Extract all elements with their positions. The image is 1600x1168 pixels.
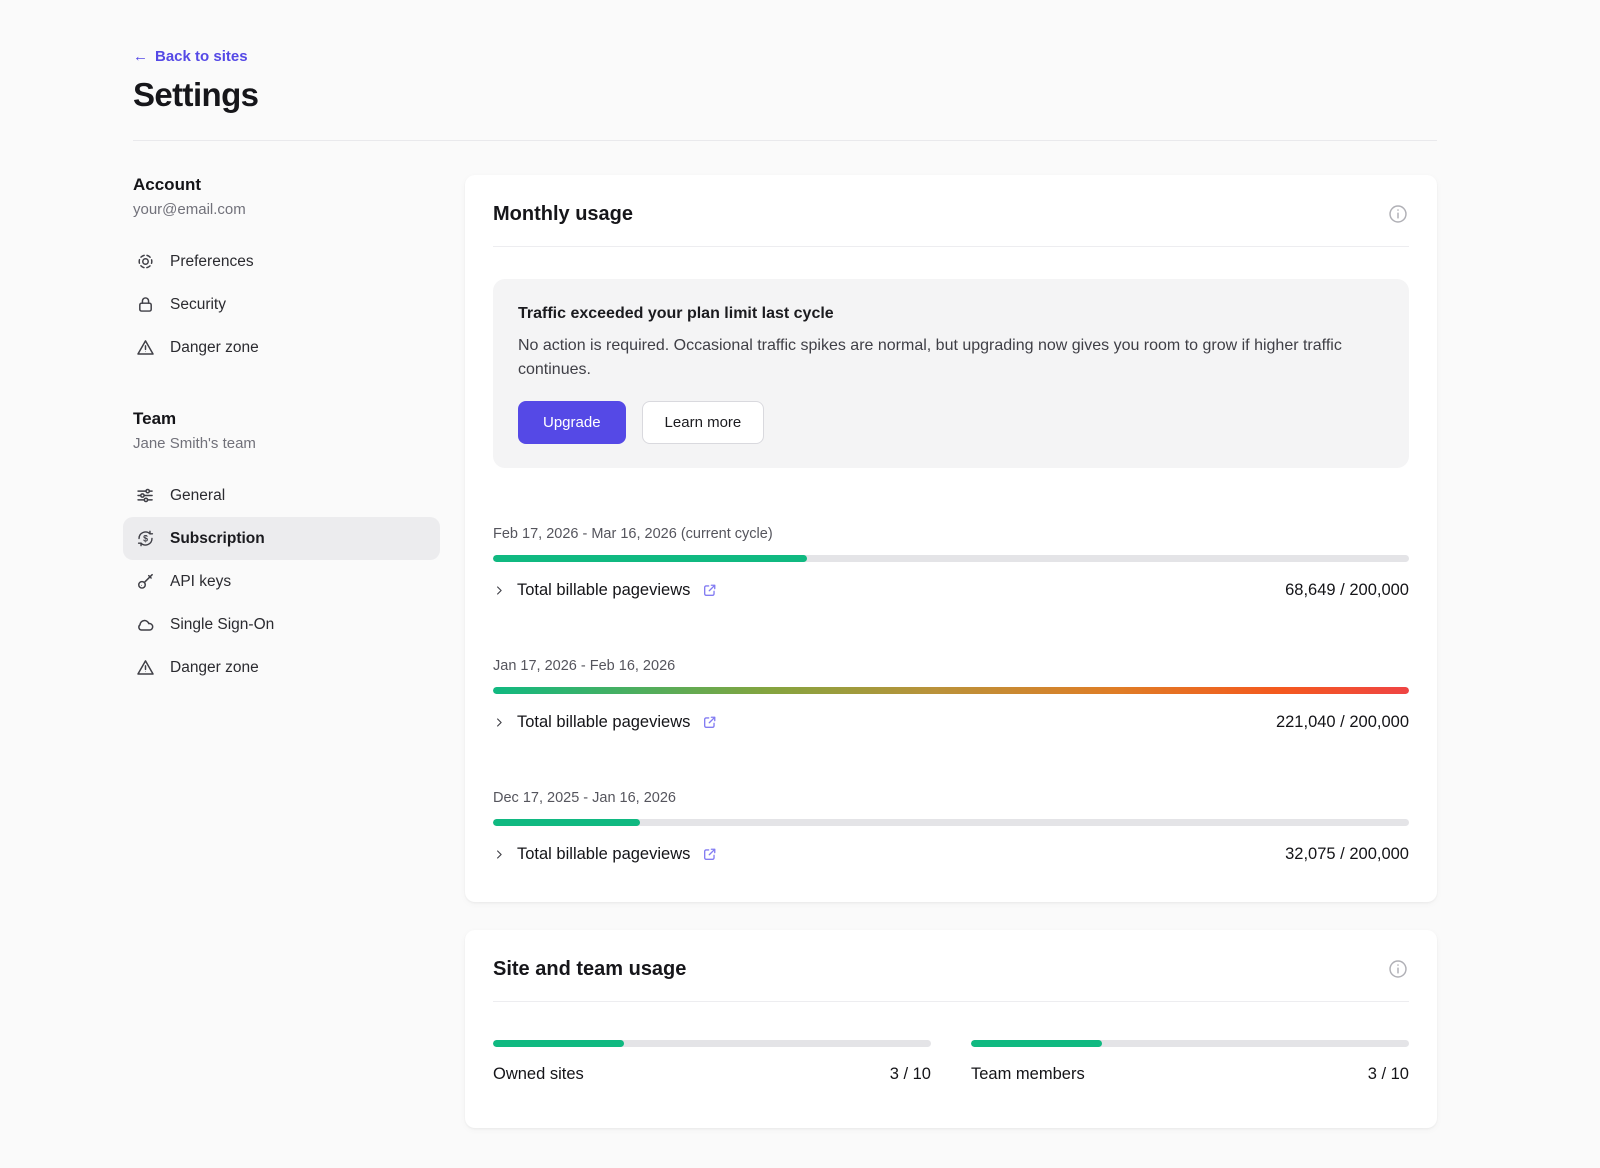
- usage-cycle-previous: Jan 17, 2026 - Feb 16, 2026 Total billab…: [493, 658, 1409, 732]
- header-divider: [133, 140, 1437, 141]
- lock-icon: [135, 294, 156, 315]
- cycle-period: Feb 17, 2026 - Mar 16, 2026 (current cyc…: [493, 526, 1409, 542]
- external-link-icon[interactable]: [701, 714, 718, 731]
- team-nav: General Subscription API keys Single Sig…: [123, 474, 440, 689]
- account-nav: Preferences Security Danger zone: [123, 240, 440, 369]
- card-divider: [493, 1001, 1409, 1002]
- banner-title: Traffic exceeded your plan limit last cy…: [518, 305, 1384, 323]
- sidebar-item-label: Danger zone: [170, 339, 259, 357]
- team-members-meter: Team members 3 / 10: [971, 1040, 1409, 1084]
- chevron-right-icon: [493, 584, 506, 597]
- card-divider: [493, 246, 1409, 247]
- site-team-usage-card: Site and team usage Owned sites 3 / 10: [465, 930, 1437, 1128]
- usage-progress-track: [493, 687, 1409, 694]
- external-link-icon[interactable]: [701, 846, 718, 863]
- cycle-expand-row[interactable]: Total billable pageviews: [493, 581, 718, 600]
- dollar-refresh-icon: [135, 528, 156, 549]
- cycle-expand-row[interactable]: Total billable pageviews: [493, 713, 718, 732]
- page-title: Settings: [133, 76, 1437, 114]
- monthly-usage-title: Monthly usage: [493, 203, 633, 226]
- account-email: your@email.com: [133, 201, 440, 218]
- learn-more-button[interactable]: Learn more: [642, 401, 765, 444]
- meter-label: Team members: [971, 1065, 1085, 1084]
- cycle-value: 32,075 / 200,000: [1285, 845, 1409, 864]
- cycle-value: 221,040 / 200,000: [1276, 713, 1409, 732]
- back-link-label: Back to sites: [155, 48, 248, 65]
- meter-fill: [971, 1040, 1102, 1047]
- team-heading: Team: [133, 409, 440, 429]
- sidebar-item-label: Security: [170, 296, 226, 314]
- account-section: Account your@email.com Preferences Secur…: [133, 175, 440, 369]
- external-link-icon[interactable]: [701, 582, 718, 599]
- cycle-value: 68,649 / 200,000: [1285, 581, 1409, 600]
- sidebar-item-label: Subscription: [170, 530, 265, 548]
- back-arrow-icon: ←: [133, 48, 148, 65]
- meter-value: 3 / 10: [890, 1065, 931, 1084]
- sidebar-item-api-keys[interactable]: API keys: [123, 560, 440, 603]
- meter-track: [971, 1040, 1409, 1047]
- cycle-period: Dec 17, 2025 - Jan 16, 2026: [493, 790, 1409, 806]
- upgrade-button[interactable]: Upgrade: [518, 401, 626, 444]
- usage-progress-fill: [493, 555, 807, 562]
- sidebar-item-team-danger-zone[interactable]: Danger zone: [123, 646, 440, 689]
- sidebar-item-subscription[interactable]: Subscription: [123, 517, 440, 560]
- settings-page: ← Back to sites Settings Account your@em…: [0, 0, 1600, 1168]
- usage-progress-track: [493, 555, 1409, 562]
- sidebar-item-single-sign-on[interactable]: Single Sign-On: [123, 603, 440, 646]
- sidebar-item-security[interactable]: Security: [123, 283, 440, 326]
- info-icon[interactable]: [1387, 203, 1409, 225]
- gear-icon: [135, 251, 156, 272]
- banner-body: No action is required. Occasional traffi…: [518, 334, 1384, 382]
- settings-main: Monthly usage Traffic exceeded your plan…: [465, 175, 1437, 1128]
- settings-sidebar: Account your@email.com Preferences Secur…: [133, 175, 440, 1128]
- monthly-usage-card: Monthly usage Traffic exceeded your plan…: [465, 175, 1437, 902]
- account-heading: Account: [133, 175, 440, 195]
- sidebar-item-label: Single Sign-On: [170, 616, 274, 634]
- meter-value: 3 / 10: [1368, 1065, 1409, 1084]
- cloud-icon: [135, 614, 156, 635]
- cycle-metric-label: Total billable pageviews: [517, 581, 690, 600]
- meter-fill: [493, 1040, 624, 1047]
- usage-progress-track: [493, 819, 1409, 826]
- warning-triangle-icon: [135, 337, 156, 358]
- chevron-right-icon: [493, 716, 506, 729]
- sidebar-item-label: General: [170, 487, 225, 505]
- usage-progress-fill: [493, 819, 640, 826]
- chevron-right-icon: [493, 848, 506, 861]
- sidebar-item-label: Danger zone: [170, 659, 259, 677]
- usage-cycle-current: Feb 17, 2026 - Mar 16, 2026 (current cyc…: [493, 526, 1409, 600]
- sidebar-item-label: API keys: [170, 573, 231, 591]
- warning-triangle-icon: [135, 657, 156, 678]
- team-section: Team Jane Smith's team General Subscript…: [133, 409, 440, 689]
- cycle-expand-row[interactable]: Total billable pageviews: [493, 845, 718, 864]
- cycle-period: Jan 17, 2026 - Feb 16, 2026: [493, 658, 1409, 674]
- site-team-usage-title: Site and team usage: [493, 958, 686, 981]
- sliders-icon: [135, 485, 156, 506]
- sidebar-item-account-danger-zone[interactable]: Danger zone: [123, 326, 440, 369]
- key-icon: [135, 571, 156, 592]
- sidebar-item-general[interactable]: General: [123, 474, 440, 517]
- back-to-sites-link[interactable]: ← Back to sites: [133, 48, 248, 65]
- info-icon[interactable]: [1387, 958, 1409, 980]
- cycle-metric-label: Total billable pageviews: [517, 845, 690, 864]
- meter-track: [493, 1040, 931, 1047]
- owned-sites-meter: Owned sites 3 / 10: [493, 1040, 931, 1084]
- sidebar-item-label: Preferences: [170, 253, 254, 271]
- traffic-warning-banner: Traffic exceeded your plan limit last cy…: [493, 279, 1409, 468]
- team-name: Jane Smith's team: [133, 435, 440, 452]
- cycle-metric-label: Total billable pageviews: [517, 713, 690, 732]
- meter-label: Owned sites: [493, 1065, 584, 1084]
- usage-progress-fill: [493, 687, 1409, 694]
- usage-cycle-older: Dec 17, 2025 - Jan 16, 2026 Total billab…: [493, 790, 1409, 864]
- sidebar-item-preferences[interactable]: Preferences: [123, 240, 440, 283]
